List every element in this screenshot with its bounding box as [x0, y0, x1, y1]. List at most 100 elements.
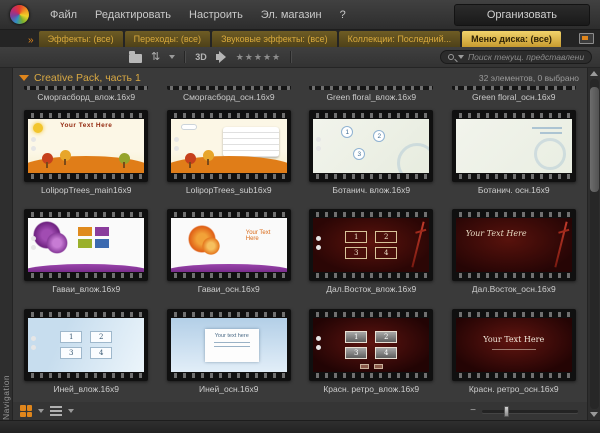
zoom-control: −	[470, 406, 578, 416]
collapse-triangle-icon[interactable]	[19, 75, 29, 81]
menu-button-dots	[174, 137, 179, 142]
zoom-out-button[interactable]: −	[470, 406, 476, 416]
scroll-up-icon[interactable]	[590, 71, 598, 76]
partial-item[interactable]: Green floral_осн.16x9	[443, 86, 586, 104]
film-holes-top	[313, 113, 429, 118]
film-holes-top	[28, 312, 144, 317]
help-icon[interactable]: ?	[331, 5, 355, 25]
chapter-number-tile: 2	[375, 331, 397, 343]
thumbnail-row: Гаваи_влож.16x9 Your Text Here	[15, 203, 585, 302]
menu-setup[interactable]: Настроить	[180, 5, 252, 25]
chapter-tiles: 1 2 3 4	[345, 331, 397, 359]
scroll-down-icon[interactable]	[590, 412, 598, 417]
search-box[interactable]	[440, 50, 592, 64]
menu-template-item[interactable]: 1 2 3 4 Иней_влож.16x9	[15, 303, 158, 402]
menu-template-item[interactable]: LolipopTrees_sub16x9	[158, 104, 301, 203]
zoom-slider-handle[interactable]	[504, 406, 509, 417]
chapter-number-tile: 2	[90, 331, 112, 343]
tab-sound-effects[interactable]: Звуковые эффекты: (все)	[212, 31, 337, 47]
list-view-icon[interactable]	[50, 406, 62, 416]
thumbnail-preview	[171, 119, 287, 173]
photo-grid	[78, 227, 109, 248]
menu-template-item[interactable]: 1 2 3 4	[300, 303, 443, 402]
thumbnail-grid: Сморгасборд_влож.16x9 Сморгасборд_осн.16…	[13, 86, 587, 402]
film-holes-top	[28, 113, 144, 118]
search-input[interactable]	[468, 52, 584, 62]
menu-template-item[interactable]: Your text here Иней_осн.16x9	[158, 303, 301, 402]
thumbnail-preview: Your Text Here	[28, 119, 144, 173]
grid-view-dropdown-icon[interactable]	[38, 409, 44, 413]
menu-template-item[interactable]: 1 2 3 Ботанич. влож.16x9	[300, 104, 443, 203]
film-holes-top	[456, 212, 572, 217]
flower-shape	[32, 220, 62, 250]
grid-view-icon[interactable]	[20, 405, 32, 417]
item-count-status: 32 элементов, 0 выбрано	[479, 73, 579, 83]
sort-dropdown-icon[interactable]	[169, 55, 175, 59]
chapter-tiles: 1 2 3 4	[345, 231, 397, 259]
menu-button-dots	[316, 336, 321, 341]
group-header: Creative Pack, часть 1 32 элементов, 0 в…	[13, 68, 587, 86]
film-strip-thumbnail: 1 2 3 4	[24, 309, 148, 381]
scrollbar-track[interactable]	[590, 79, 599, 409]
flower-shape	[187, 224, 217, 254]
nav-arrow-button	[374, 364, 383, 369]
chapter-number-tile: 1	[345, 331, 367, 343]
scrollbar-thumb[interactable]	[590, 87, 599, 192]
film-holes-bottom	[171, 273, 287, 278]
chapter-number-button: 3	[353, 148, 365, 160]
menu-template-item[interactable]: Your Text Here Красн. ретро_осн.16x9	[443, 303, 586, 402]
speaker-icon[interactable]	[216, 54, 220, 60]
menu-template-item[interactable]: Ботанич. осн.16x9	[443, 104, 586, 203]
vertical-scrollbar[interactable]	[587, 68, 600, 420]
menu-template-item[interactable]: Your Text Here LolipopT	[15, 104, 158, 203]
thumbnail-label: Дал.Восток_влож.16x9	[326, 284, 416, 294]
thumbnail-preview: Your Text Here	[456, 318, 572, 372]
partial-item[interactable]: Green floral_влож.16x9	[300, 86, 443, 104]
content-area: Navigation Creative Pack, часть 1 32 эле…	[0, 68, 600, 420]
library-toolbar: ⇅ 3D ★★★★★	[0, 47, 600, 68]
menu-button-dots	[31, 137, 36, 142]
partial-item[interactable]: Сморгасборд_осн.16x9	[158, 86, 301, 104]
menu-edit[interactable]: Редактировать	[86, 5, 180, 25]
preview-panel-icon[interactable]	[579, 33, 594, 44]
menu-file[interactable]: Файл	[41, 5, 86, 25]
thumbnail-label: Иней_влож.16x9	[54, 384, 120, 394]
menu-template-item[interactable]: Your Text Here Гаваи_осн.16x9	[158, 203, 301, 302]
tab-disc-menus[interactable]: Меню диска: (все)	[462, 31, 561, 47]
film-strip-thumbnail	[167, 110, 291, 182]
tab-effects[interactable]: Эффекты: (все)	[39, 31, 123, 47]
folder-icon[interactable]	[129, 54, 142, 63]
search-scope-dropdown-icon[interactable]	[458, 55, 464, 59]
film-holes-top	[28, 212, 144, 217]
thumbnail-preview	[456, 119, 572, 173]
thumbnail-label: Гаваи_осн.16x9	[198, 284, 260, 294]
menu-template-item[interactable]: Гаваи_влож.16x9	[15, 203, 158, 302]
branch-shape	[554, 222, 567, 268]
organize-button[interactable]: Организовать	[454, 4, 590, 26]
film-holes-top	[313, 212, 429, 217]
thumbnail-label: Иней_осн.16x9	[199, 384, 258, 394]
tab-transitions[interactable]: Переходы: (все)	[125, 31, 210, 47]
app-logo-icon[interactable]	[10, 5, 29, 24]
thumbnail-label: Ботанич. влож.16x9	[332, 185, 410, 195]
sort-icon[interactable]: ⇅	[151, 52, 160, 63]
3d-filter-button[interactable]: 3D	[195, 52, 207, 62]
tab-collections[interactable]: Коллекции: Последний...	[339, 31, 461, 47]
partial-item[interactable]: Сморгасборд_влож.16x9	[15, 86, 158, 104]
film-holes-bottom	[24, 86, 148, 90]
photo-square	[95, 239, 109, 248]
group-title[interactable]: Creative Pack, часть 1	[34, 72, 141, 84]
list-view-dropdown-icon[interactable]	[68, 409, 74, 413]
zoom-slider[interactable]	[482, 410, 578, 413]
menu-template-item[interactable]: Your Text Here Дал.Восток_осн.16x9	[443, 203, 586, 302]
navigation-strip[interactable]: Navigation	[0, 68, 13, 420]
menu-store[interactable]: Эл. магазин	[252, 5, 331, 25]
content-box-shape	[223, 127, 279, 157]
menu-button-dots	[316, 137, 321, 142]
star-rating-filter[interactable]: ★★★★★	[236, 53, 281, 62]
underline-shape	[492, 349, 536, 350]
chevron-right-icon[interactable]: »	[28, 36, 34, 46]
menu-template-item[interactable]: 1 2 3 4 Дал.Восток_в	[300, 203, 443, 302]
nav-arrow-button	[360, 364, 369, 369]
thumbnail-label: Дал.Восток_осн.16x9	[472, 284, 556, 294]
